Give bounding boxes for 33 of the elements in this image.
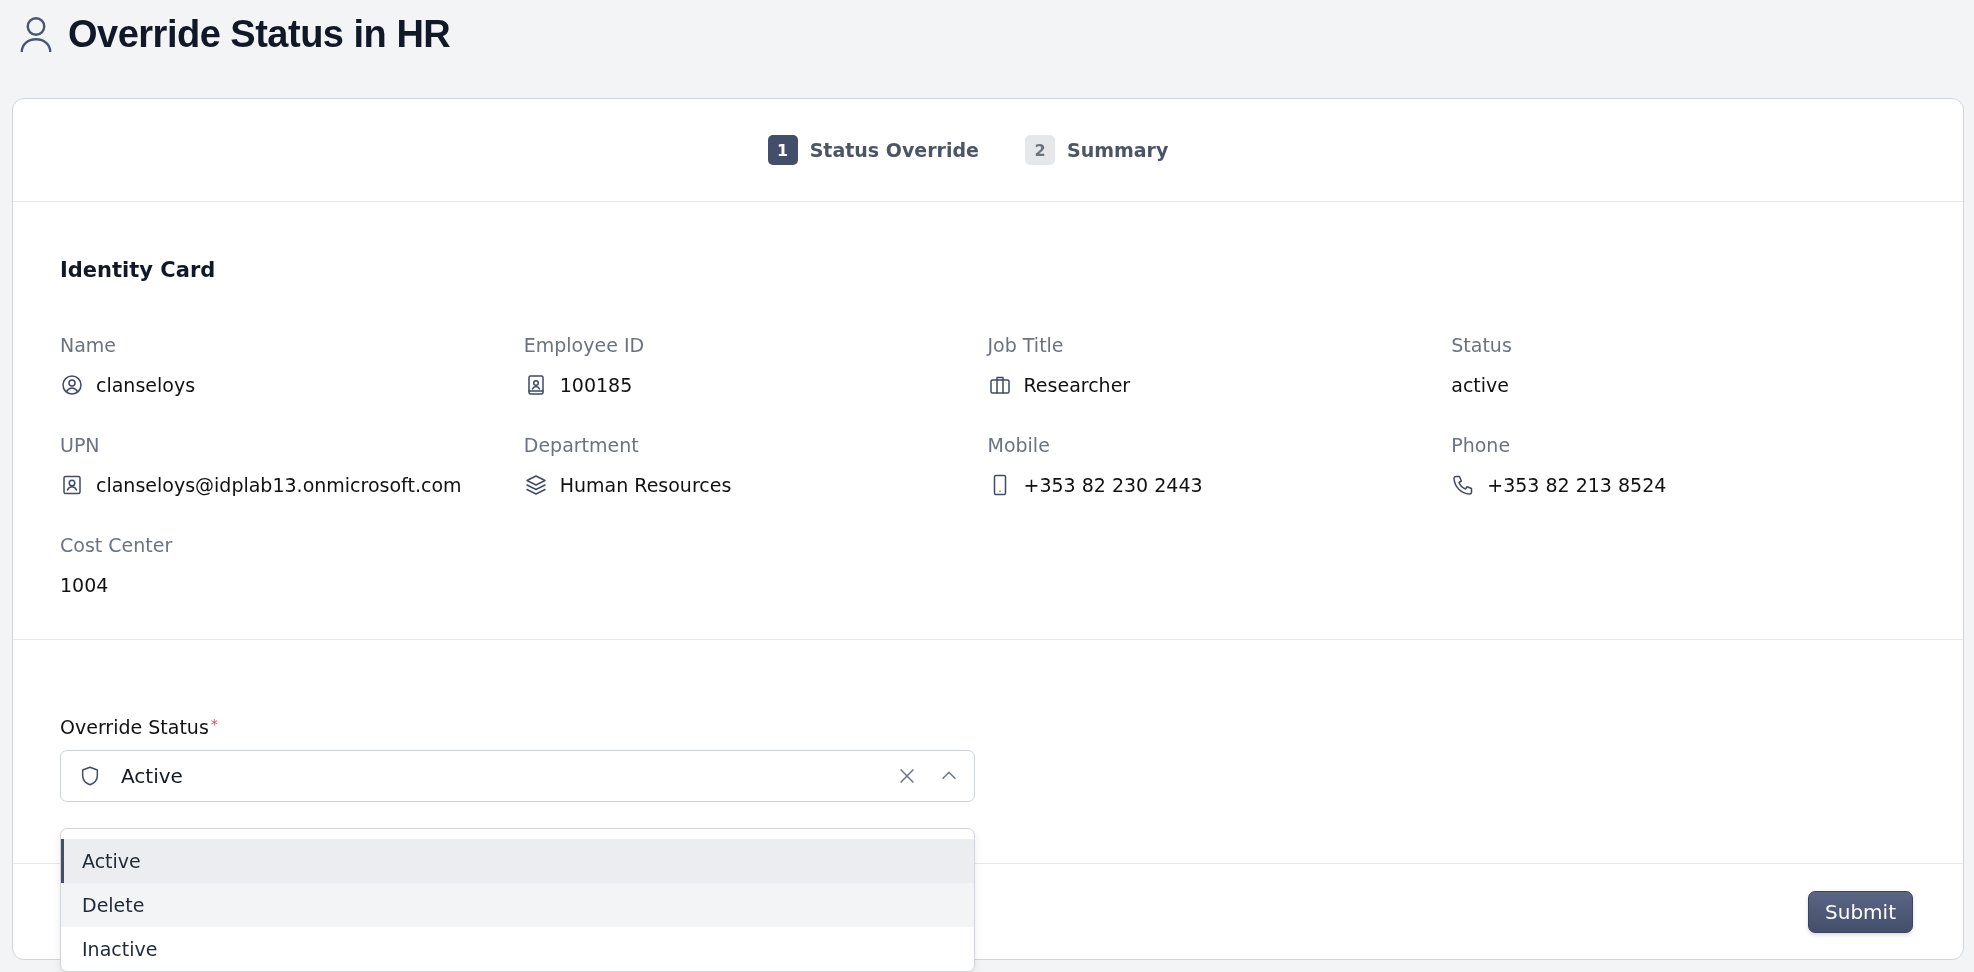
field-value: 100185 xyxy=(559,374,633,396)
shield-icon xyxy=(79,765,101,787)
field-label: Department xyxy=(523,434,639,456)
section-title: Identity Card xyxy=(60,258,216,282)
dropdown-option[interactable]: Delete xyxy=(61,883,974,927)
field-value: clanseloys@idplab13.onmicrosoft.com xyxy=(96,474,462,496)
field-label: Status xyxy=(1451,334,1512,356)
page-title: Override Status in HR xyxy=(68,12,451,57)
field-value: Researcher xyxy=(1023,374,1131,396)
required-asterisk: * xyxy=(210,716,218,734)
field-label: Mobile xyxy=(987,434,1050,456)
field-label: Employee ID xyxy=(523,334,645,356)
field-label: Job Title xyxy=(987,334,1064,356)
field-label: Phone xyxy=(1451,434,1511,456)
field-value: clanseloys xyxy=(96,374,196,396)
layers-icon xyxy=(523,473,548,497)
user-circle-icon xyxy=(60,373,84,397)
field-value: Human Resources xyxy=(559,474,732,496)
status-select[interactable]: Active xyxy=(60,750,975,802)
dropdown-option[interactable]: Active xyxy=(61,839,974,883)
field-label: Name xyxy=(60,334,117,356)
step-tab[interactable]: 2 Summary xyxy=(1024,135,1169,165)
field-label: Override Status* xyxy=(60,716,218,738)
submit-button[interactable]: Submit xyxy=(1808,890,1913,933)
field-value: active xyxy=(1451,374,1509,396)
step-tab[interactable]: 1 Status Override xyxy=(767,135,979,165)
dropdown-option[interactable]: Inactive xyxy=(61,927,974,971)
field-value: 1004 xyxy=(60,574,109,596)
field-value: +353 82 213 8524 xyxy=(1487,474,1667,496)
field-value: +353 82 230 2443 xyxy=(1023,474,1203,496)
id-card-icon xyxy=(60,473,84,497)
field-label: Cost Center xyxy=(60,534,173,556)
field-label: UPN xyxy=(60,434,100,456)
